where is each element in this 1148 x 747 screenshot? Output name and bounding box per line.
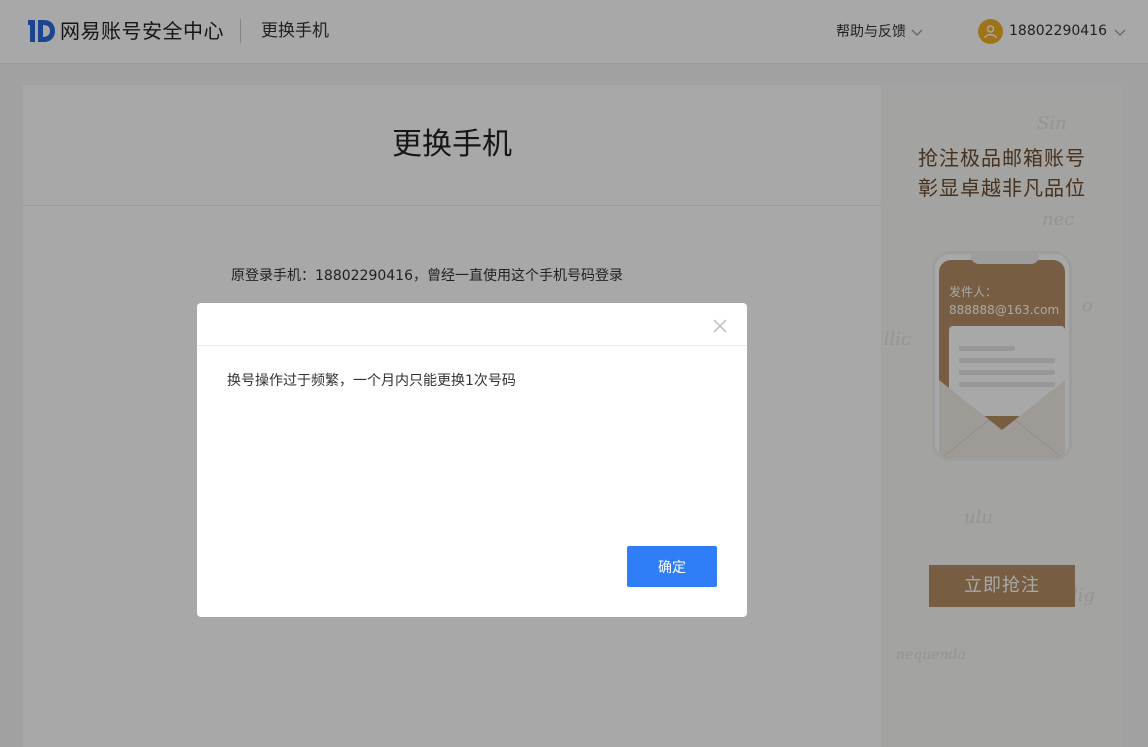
- confirm-button[interactable]: 确定: [627, 546, 717, 587]
- dialog-divider: [197, 345, 747, 346]
- close-icon[interactable]: [712, 318, 728, 334]
- alert-dialog: 换号操作过于频繁，一个月内只能更换1次号码 确定: [197, 303, 747, 617]
- dialog-message: 换号操作过于频繁，一个月内只能更换1次号码: [227, 373, 516, 389]
